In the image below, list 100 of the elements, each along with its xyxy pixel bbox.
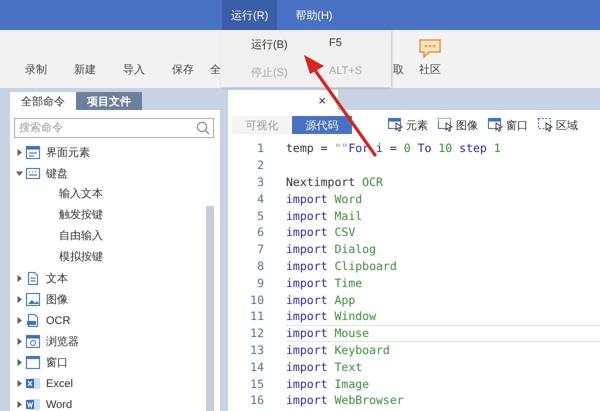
tree-label: 文本 <box>46 272 68 286</box>
line-number: 6 <box>256 225 264 240</box>
capture-cursor-icon <box>438 118 454 132</box>
caret-right-icon[interactable] <box>16 401 23 408</box>
community-button[interactable]: 社区 <box>418 38 442 77</box>
window-icon <box>26 356 40 369</box>
line-number: 14 <box>249 360 264 374</box>
toolbar-button[interactable]: 新建 <box>74 62 96 77</box>
tree-label: 浏览器 <box>46 334 79 349</box>
line-number: 9 <box>256 276 264 290</box>
shortcut-label: F5 <box>329 36 342 51</box>
image-icon <box>26 293 40 306</box>
tree-label: 窗口 <box>46 356 68 370</box>
code-line: import Word <box>286 192 362 206</box>
tree-item[interactable]: 界面元素 <box>14 142 202 163</box>
code-line: import Image <box>286 376 370 391</box>
doc-icon <box>26 272 40 285</box>
tree-label: 界面元素 <box>46 146 90 160</box>
editor-tab[interactable]: × <box>228 90 338 110</box>
search-icon <box>196 121 210 135</box>
caret-right-icon[interactable] <box>16 275 23 282</box>
line-number: 3 <box>256 174 264 189</box>
tree-item[interactable]: 键盘 <box>14 163 202 184</box>
line-number: 4 <box>256 192 264 206</box>
tree-label: 键盘 <box>46 167 68 181</box>
tree-item[interactable]: 自由输入 <box>14 226 202 247</box>
ocr-icon <box>26 314 40 327</box>
tree-item[interactable]: OCR <box>14 310 202 331</box>
browser-icon <box>26 335 40 348</box>
line-number: 2 <box>256 158 264 172</box>
excel-icon <box>26 377 40 390</box>
code-line: temp = ""For i = 0 To 10 step 1 <box>286 141 501 156</box>
tree-label: OCR <box>46 314 70 326</box>
code-line: import Mail <box>286 208 362 223</box>
caret-right-icon[interactable] <box>16 359 23 366</box>
chat-bubble-icon <box>418 38 442 60</box>
line-number: 10 <box>249 292 264 307</box>
toolbar-button[interactable]: 取 <box>393 62 404 77</box>
line-number: 7 <box>256 242 264 256</box>
menu-item[interactable]: 帮助(H) <box>286 0 342 30</box>
line-number: 15 <box>249 376 264 391</box>
capture-cursor-icon <box>538 118 554 132</box>
line-number: 5 <box>256 208 264 223</box>
menu-entry[interactable]: 运行(B) F5 <box>221 36 391 52</box>
tree-label: 图像 <box>46 293 68 307</box>
code-line: Nextimport OCR <box>286 174 383 189</box>
scrollbar[interactable] <box>206 206 214 411</box>
tree-item[interactable]: Word <box>14 394 202 411</box>
code-line: import Time <box>286 276 362 290</box>
tree-item[interactable]: 浏览器 <box>14 331 202 352</box>
line-number: 12 <box>249 326 264 340</box>
toolbar-button[interactable]: 保存 <box>172 62 194 77</box>
capture-cursor-icon <box>488 118 504 132</box>
menu-label: 停止(S) <box>251 66 289 80</box>
code-line: import Dialog <box>286 242 376 256</box>
code-line: import Clipboard <box>286 258 397 273</box>
menu-label: 运行(B) <box>251 38 289 52</box>
caret-right-icon[interactable] <box>16 380 23 387</box>
ui-icon <box>26 146 40 159</box>
capture-button[interactable]: 区域 <box>538 118 578 132</box>
search-field[interactable]: 搜索命令 <box>14 118 214 138</box>
menu-item[interactable]: 运行(R) <box>222 0 278 30</box>
tree-item[interactable]: 文本 <box>14 268 202 289</box>
caret-right-icon[interactable] <box>16 296 23 303</box>
capture-button[interactable]: 元素 <box>388 118 428 132</box>
line-number: 11 <box>249 309 264 324</box>
code-line: import CSV <box>286 225 356 240</box>
line-number: 13 <box>249 342 264 357</box>
code-line: import Keyboard <box>286 342 390 357</box>
caret-right-icon[interactable] <box>16 338 23 345</box>
toolbar-button[interactable]: 导入 <box>123 62 145 77</box>
capture-cursor-icon <box>388 118 404 132</box>
tree-label: Word <box>46 398 72 410</box>
caret-right-icon[interactable] <box>16 317 23 324</box>
capture-button[interactable]: 图像 <box>438 118 478 132</box>
line-number: 16 <box>249 393 264 408</box>
caret-down-icon[interactable] <box>16 170 23 177</box>
panel-tab[interactable]: 项目文件 <box>76 92 142 110</box>
code-line: import Window <box>286 309 376 324</box>
tree-item[interactable]: Excel <box>14 373 202 394</box>
tree-item[interactable]: 触发按键 <box>14 205 202 226</box>
tree-item[interactable]: 模拟按键 <box>14 247 202 268</box>
toolbar-button[interactable]: 全 <box>210 62 221 77</box>
toolbar-button[interactable]: 录制 <box>25 62 47 77</box>
capture-button[interactable]: 窗口 <box>488 118 528 132</box>
tree-item[interactable]: 输入文本 <box>14 184 202 205</box>
code-line: import Mouse <box>286 326 370 340</box>
code-line: import WebBrowser <box>286 393 404 408</box>
shortcut-label: ALT+S <box>329 65 362 80</box>
tree-item[interactable]: 窗口 <box>14 352 202 373</box>
caret-right-icon[interactable] <box>16 149 23 156</box>
view-tab[interactable]: 源代码 <box>292 116 352 134</box>
code-line: import Text <box>286 360 362 374</box>
tree-item[interactable]: 图像 <box>14 289 202 310</box>
panel-tab[interactable]: 全部命令 <box>10 92 76 110</box>
close-button[interactable]: × <box>318 92 326 108</box>
tree-label: Excel <box>46 378 73 390</box>
line-number: 8 <box>256 258 264 273</box>
keyboard-icon <box>26 167 40 180</box>
line-number: 1 <box>256 141 264 156</box>
